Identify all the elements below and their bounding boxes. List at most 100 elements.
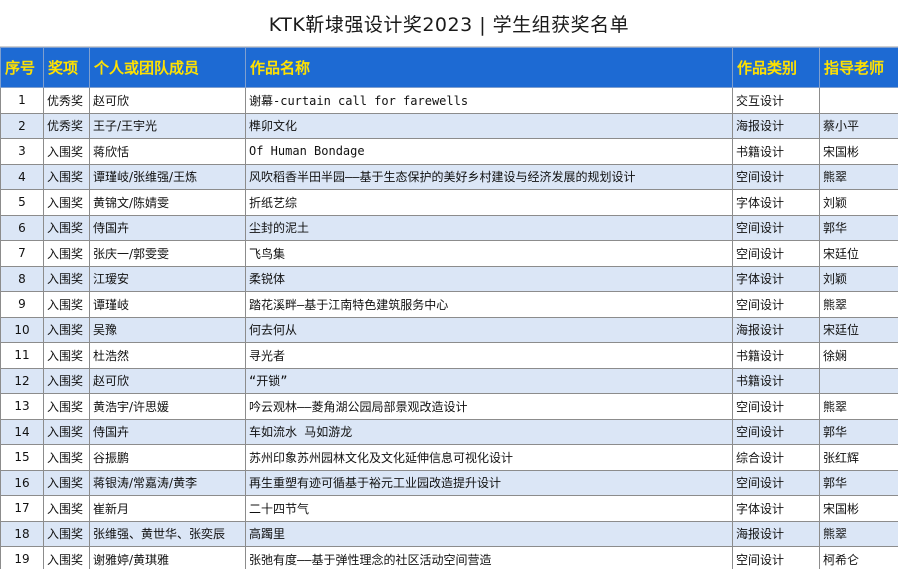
cell-index: 8	[0, 265, 44, 292]
cell-work: 吟云观林——菱角湖公园局部景观改造设计	[245, 393, 733, 420]
cell-work: 尘封的泥土	[245, 214, 733, 241]
cell-work: 苏州印象苏州园林文化及文化延伸信息可视化设计	[245, 444, 733, 471]
column-header-members: 个人或团队成员	[89, 47, 246, 88]
cell-index: 19	[0, 546, 44, 569]
cell-award: 优秀奖	[43, 112, 90, 139]
cell-index: 13	[0, 393, 44, 420]
cell-advisor: 宋国彬	[819, 138, 898, 165]
cell-advisor: 宋国彬	[819, 495, 898, 522]
cell-index: 10	[0, 316, 44, 343]
cell-index: 18	[0, 520, 44, 547]
table-row: 6 入围奖 侍国卉 尘封的泥土 空间设计 郭华	[0, 214, 898, 241]
cell-award: 入围奖	[43, 240, 90, 267]
table-row: 14 入围奖 侍国卉 车如流水 马如游龙 空间设计 郭华	[0, 418, 898, 445]
cell-work: 二十四节气	[245, 495, 733, 522]
cell-index: 15	[0, 444, 44, 471]
cell-members: 谢雅婷/黄琪雅	[89, 546, 246, 569]
cell-category: 字体设计	[732, 265, 820, 292]
cell-category: 空间设计	[732, 240, 820, 267]
table-row: 8 入围奖 江瑷安 柔锐体 字体设计 刘颖	[0, 265, 898, 292]
cell-advisor: 熊翠	[819, 163, 898, 190]
cell-award: 入围奖	[43, 495, 90, 522]
table-row: 18 入围奖 张维强、黄世华、张奕辰 高躅里 海报设计 熊翠	[0, 520, 898, 547]
header-row: 序号 奖项 个人或团队成员 作品名称 作品类别 指导老师	[0, 47, 898, 88]
table-row: 10 入围奖 吴豫 何去何从 海报设计 宋廷位	[0, 316, 898, 343]
cell-award: 入围奖	[43, 367, 90, 394]
cell-award: 入围奖	[43, 265, 90, 292]
cell-index: 14	[0, 418, 44, 445]
cell-work: Of Human Bondage	[245, 138, 733, 165]
cell-members: 王子/王宇光	[89, 112, 246, 139]
cell-advisor: 熊翠	[819, 520, 898, 547]
table-row: 15 入围奖 谷振鹏 苏州印象苏州园林文化及文化延伸信息可视化设计 综合设计 张红辉	[0, 444, 898, 471]
table-row: 7 入围奖 张庆一/郭雯雯 飞鸟集 空间设计 宋廷位	[0, 240, 898, 267]
cell-advisor: 熊翠	[819, 291, 898, 318]
cell-work: 谢幕-curtain call for farewells	[245, 87, 733, 114]
cell-work: 何去何从	[245, 316, 733, 343]
table-row: 9 入围奖 谭瑾岐 踏花溪畔—基于江南特色建筑服务中心 空间设计 熊翠	[0, 291, 898, 318]
cell-category: 书籍设计	[732, 342, 820, 369]
cell-category: 字体设计	[732, 495, 820, 522]
cell-advisor: 郭华	[819, 469, 898, 496]
cell-members: 侍国卉	[89, 418, 246, 445]
cell-advisor	[819, 87, 898, 114]
column-header-award: 奖项	[43, 47, 90, 88]
cell-work: 风吹稻香半田半园——基于生态保护的美好乡村建设与经济发展的规划设计	[245, 163, 733, 190]
cell-members: 谭瑾岐/张维强/王炼	[89, 163, 246, 190]
cell-index: 2	[0, 112, 44, 139]
cell-work: 榫卯文化	[245, 112, 733, 139]
cell-index: 3	[0, 138, 44, 165]
cell-members: 谭瑾岐	[89, 291, 246, 318]
cell-members: 蒋欣恬	[89, 138, 246, 165]
cell-work: 车如流水 马如游龙	[245, 418, 733, 445]
cell-award: 入围奖	[43, 546, 90, 569]
cell-advisor: 郭华	[819, 418, 898, 445]
cell-category: 字体设计	[732, 189, 820, 216]
award-table: 序号 奖项 个人或团队成员 作品名称 作品类别 指导老师 1 优秀奖 赵可欣 谢幕-c…	[0, 47, 898, 569]
cell-index: 11	[0, 342, 44, 369]
cell-members: 张维强、黄世华、张奕辰	[89, 520, 246, 547]
cell-members: 侍国卉	[89, 214, 246, 241]
cell-work: 飞鸟集	[245, 240, 733, 267]
cell-members: 杜浩然	[89, 342, 246, 369]
cell-award: 入围奖	[43, 393, 90, 420]
column-header-work: 作品名称	[245, 47, 733, 88]
cell-award: 入围奖	[43, 444, 90, 471]
cell-advisor: 徐娴	[819, 342, 898, 369]
cell-advisor: 熊翠	[819, 393, 898, 420]
cell-advisor: 刘颖	[819, 189, 898, 216]
cell-work: 高躅里	[245, 520, 733, 547]
cell-index: 12	[0, 367, 44, 394]
cell-category: 综合设计	[732, 444, 820, 471]
cell-category: 交互设计	[732, 87, 820, 114]
cell-advisor: 刘颖	[819, 265, 898, 292]
cell-award: 入围奖	[43, 316, 90, 343]
table-row: 13 入围奖 黄浩宇/许思媛 吟云观林——菱角湖公园局部景观改造设计 空间设计 熊翠	[0, 393, 898, 420]
cell-members: 吴豫	[89, 316, 246, 343]
page-title: KTK靳埭强设计奖2023 | 学生组获奖名单	[268, 13, 630, 36]
table-row: 12 入围奖 赵可欣 “开锁” 书籍设计	[0, 367, 898, 394]
cell-index: 7	[0, 240, 44, 267]
cell-category: 空间设计	[732, 393, 820, 420]
table-row: 1 优秀奖 赵可欣 谢幕-curtain call for farewells 交互设计	[0, 87, 898, 114]
title-bar: KTK靳埭强设计奖2023 | 学生组获奖名单	[0, 0, 898, 47]
table-row: 2 优秀奖 王子/王宇光 榫卯文化 海报设计 蔡小平	[0, 112, 898, 139]
cell-index: 1	[0, 87, 44, 114]
table-body: 1 优秀奖 赵可欣 谢幕-curtain call for farewells 交互设计…	[0, 87, 898, 569]
cell-award: 优秀奖	[43, 87, 90, 114]
cell-award: 入围奖	[43, 291, 90, 318]
table-row: 5 入围奖 黄锦文/陈婧雯 折纸艺综 字体设计 刘颖	[0, 189, 898, 216]
cell-work: 踏花溪畔—基于江南特色建筑服务中心	[245, 291, 733, 318]
cell-award: 入围奖	[43, 163, 90, 190]
cell-work: 再生重塑有迹可循基于裕元工业园改造提升设计	[245, 469, 733, 496]
cell-members: 赵可欣	[89, 87, 246, 114]
cell-index: 9	[0, 291, 44, 318]
cell-category: 空间设计	[732, 291, 820, 318]
cell-members: 蒋银涛/常嘉涛/黄李	[89, 469, 246, 496]
cell-advisor	[819, 367, 898, 394]
cell-members: 黄浩宇/许思媛	[89, 393, 246, 420]
cell-award: 入围奖	[43, 418, 90, 445]
cell-category: 海报设计	[732, 316, 820, 343]
cell-award: 入围奖	[43, 214, 90, 241]
cell-award: 入围奖	[43, 138, 90, 165]
